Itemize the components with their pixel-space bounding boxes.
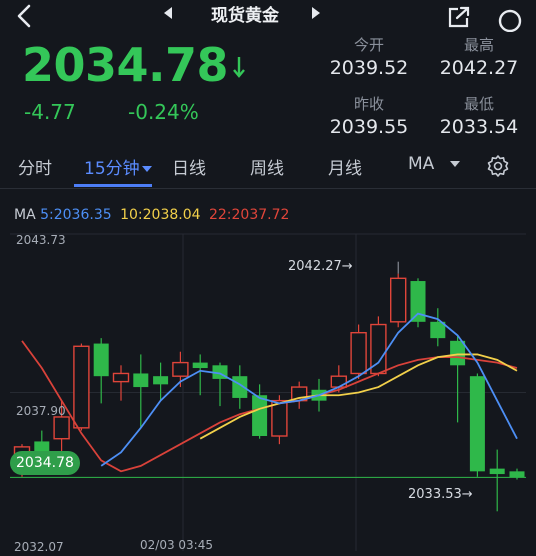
candle-body	[350, 331, 367, 375]
tab-monthly[interactable]: 月线	[328, 154, 362, 179]
open-value: 2039.52	[329, 57, 409, 79]
candle-body	[172, 361, 189, 377]
share-icon[interactable]	[446, 6, 472, 30]
y-axis-bottom-label: 2032.07	[14, 540, 64, 554]
next-instrument-icon[interactable]	[312, 7, 320, 19]
prev-close-label: 昨收	[353, 95, 384, 113]
candle-body	[489, 468, 505, 475]
candle-body	[112, 372, 130, 383]
tab-indicator-ma[interactable]: MA	[408, 154, 461, 174]
candle-body	[330, 375, 347, 388]
gear-icon[interactable]	[486, 154, 510, 178]
candle-body	[271, 399, 288, 437]
candle-body	[450, 340, 466, 366]
high-annotation-value: 2042.27	[288, 259, 342, 274]
x-axis-time-label: 02/03 03:45	[140, 538, 213, 552]
instrument-switcher[interactable]: 现货黄金	[150, 0, 340, 30]
period-tabs: 分时 15分钟 日线 周线 月线 MA	[0, 142, 536, 189]
low-label: 最低	[463, 95, 494, 113]
candle-body	[252, 395, 268, 436]
search-icon[interactable]	[496, 8, 524, 32]
low-value: 2033.54	[439, 116, 519, 138]
high-annotation-arrow: →	[341, 259, 353, 274]
y-axis-top-label: 2043.73	[16, 233, 66, 247]
candle-body	[153, 376, 169, 385]
price-change-percent: -0.24%	[128, 100, 199, 124]
tab-ma-label: MA	[408, 154, 435, 174]
candle-body	[73, 345, 90, 429]
low-annotation-arrow: →	[461, 487, 473, 502]
high-label: 最高	[463, 36, 494, 54]
current-price-badge: 2034.78	[10, 451, 80, 475]
chevron-down-icon	[450, 161, 461, 167]
candle-body	[469, 376, 485, 472]
open-label: 今开	[353, 36, 384, 54]
low-annotation: 2033.53→	[408, 487, 473, 502]
candle-body	[133, 373, 149, 388]
tab-15min-label: 15分钟	[84, 159, 140, 179]
candle-body	[509, 471, 525, 478]
tab-15min[interactable]: 15分钟	[84, 154, 152, 179]
tab-daily[interactable]: 日线	[172, 154, 206, 179]
candle-body	[53, 416, 70, 440]
high-annotation: 2042.27→	[288, 259, 353, 274]
candle-body	[390, 277, 407, 323]
chevron-down-icon	[141, 166, 152, 172]
high-value: 2042.27	[439, 57, 519, 79]
low-annotation-value: 2033.53	[408, 487, 462, 502]
tab-weekly[interactable]: 周线	[250, 154, 284, 179]
candlestick-chart[interactable]	[0, 196, 536, 556]
price-change: -4.77	[24, 100, 76, 124]
top-bar: 现货黄金	[0, 0, 536, 32]
candle-body	[192, 362, 208, 369]
y-axis-mid-label: 2037.90	[16, 404, 66, 418]
tab-timeshare[interactable]: 分时	[18, 154, 52, 179]
ma5-line	[100, 312, 518, 467]
prev-close-value: 2039.55	[329, 116, 409, 138]
back-icon[interactable]	[14, 4, 36, 28]
last-price: 2034.78	[22, 38, 229, 92]
down-arrow-icon	[233, 57, 245, 78]
candle-body	[93, 343, 109, 377]
active-tab-indicator	[74, 184, 152, 187]
